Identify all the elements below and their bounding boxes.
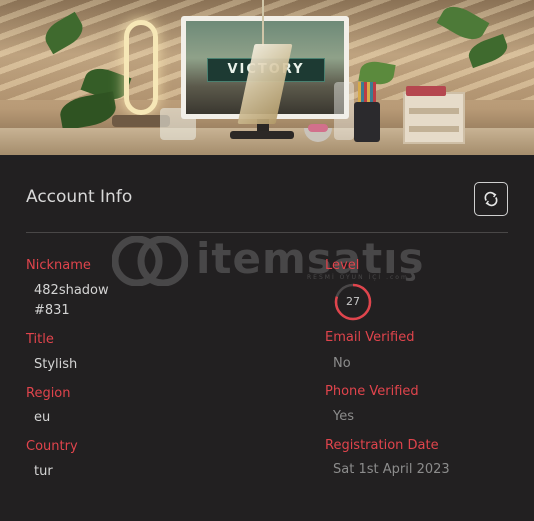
country-label: Country [26,439,78,454]
monitor-foot [230,131,294,139]
email-verified-value: No [333,356,351,371]
email-verified-label: Email Verified [325,330,415,345]
title-label: Title [26,332,54,347]
nickname-tag: #831 [34,303,70,318]
cherries [308,124,328,132]
registration-date-value: Sat 1st April 2023 [333,462,450,477]
wooden-crate [403,92,465,144]
books [406,86,446,96]
registration-date-label: Registration Date [325,438,439,453]
level-value: 27 [346,295,360,308]
nickname-value: 482shadow [34,283,109,298]
refresh-button[interactable] [474,182,508,216]
phone-verified-value: Yes [333,409,354,424]
refresh-icon [484,191,498,207]
level-label: Level [325,258,360,273]
pen-holder [354,102,380,142]
profile-banner: VICTORY [0,0,534,155]
region-value: eu [34,410,51,425]
panel-title: Account Info [26,187,133,207]
glass-vase [334,82,354,140]
watermark-tagline: RESMİ OYUN İÇİ .com [307,274,409,281]
lamp-icon [124,20,158,115]
region-label: Region [26,386,71,401]
country-value: tur [34,464,53,479]
charm-chain [262,0,264,46]
phone-verified-label: Phone Verified [325,384,419,399]
nickname-label: Nickname [26,258,91,273]
itemsatis-logo-icon [112,236,188,286]
title-value: Stylish [34,357,78,372]
watermark: itemsatış RESMİ OYUN İÇİ .com [112,232,424,288]
pens [358,82,376,104]
